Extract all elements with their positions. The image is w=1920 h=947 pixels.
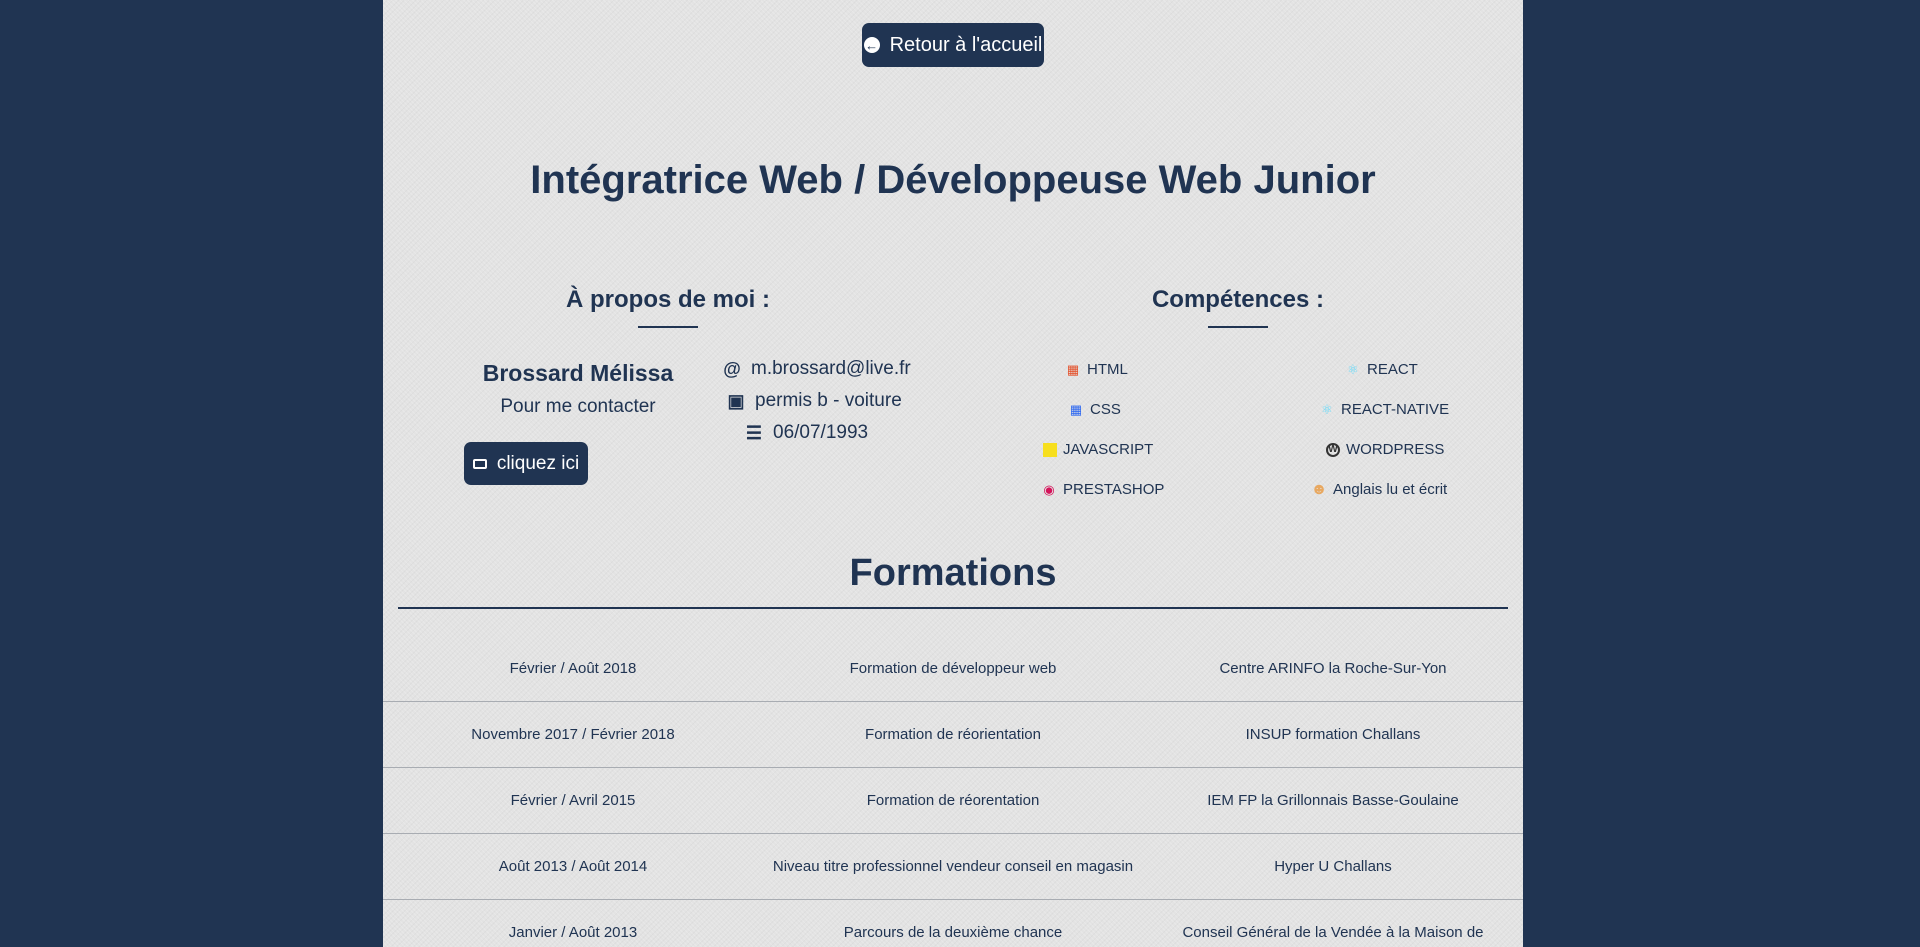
formation-date: Janvier / Août 2013 [508,924,638,941]
about-title: À propos de moi : [566,286,770,313]
formation-date: Août 2013 / Août 2014 [498,858,648,875]
birthdate-info: ☰ 06/07/1993 [745,422,868,444]
formation-title: Formation de développeur web [849,660,1057,677]
table-row: Août 2013 / Août 2014 Niveau titre profe… [383,834,1523,900]
formations-table: Février / Août 2018 Formation de dévelop… [383,636,1523,947]
formation-date: Février / Août 2018 [509,660,637,677]
formation-place: Centre ARINFO la Roche-Sur-Yon [1219,660,1447,677]
html5-icon: ▦ [1066,361,1080,377]
resume-page: ← Retour à l'accueil Intégratrice Web / … [383,0,1523,947]
email-text: m.brossard@live.fr [751,358,911,379]
formation-title: Niveau titre professionnel vendeur conse… [772,858,1134,875]
table-row: Novembre 2017 / Février 2018 Formation d… [383,702,1523,768]
skill-label: HTML [1087,361,1128,378]
skill-label: REACT [1367,361,1418,378]
skills-title: Compétences : [1151,286,1325,313]
back-home-label: Retour à l'accueil [889,33,1043,56]
formations-divider [398,607,1508,609]
formations-title: Formations [849,552,1057,594]
wordpress-icon: W [1326,442,1340,457]
birthdate-text: 06/07/1993 [773,422,869,443]
skill-label: PRESTASHOP [1063,481,1165,498]
formation-title: Formation de réorentation [866,792,1040,809]
formation-place: Hyper U Challans [1274,858,1392,875]
skill-english: ☻ Anglais lu et écrit [1310,480,1448,499]
react-icon: ⚛ [1321,401,1333,417]
contact-button[interactable]: cliquez ici [464,442,588,485]
table-row: Février / Avril 2015 Formation de réoren… [383,768,1523,834]
skill-label: REACT-NATIVE [1341,401,1450,418]
contact-text: Pour me contacter [500,396,656,417]
skill-label: CSS [1090,401,1121,418]
back-home-button[interactable]: ← Retour à l'accueil [862,23,1044,67]
react-icon: ⚛ [1347,361,1359,377]
formation-place: Conseil Général de la Vendée à la Maison… [1182,924,1484,941]
about-underline [638,326,698,328]
arrow-circle-left-icon: ← [863,37,880,53]
skill-prestashop: ◉ PRESTASHOP [1041,481,1164,498]
skill-javascript: JAVASCRIPT [1043,441,1153,458]
prestashop-icon: ◉ [1043,481,1055,497]
contact-button-label: cliquez ici [496,452,580,474]
person-name: Brossard Mélissa [482,360,674,386]
skill-html: ▦ HTML [1065,361,1128,378]
table-row: Janvier / Août 2013 Parcours de la deuxi… [383,900,1523,947]
car-icon: ▣ [727,390,745,411]
formation-place: INSUP formation Challans [1245,726,1421,743]
formation-date: Novembre 2017 / Février 2018 [471,726,675,743]
license-info: ▣ permis b - voiture [727,390,902,412]
formation-title: Parcours de la deuxième chance [843,924,1063,941]
skill-label: Anglais lu et écrit [1333,481,1448,498]
formation-place: IEM FP la Grillonnais Basse-Goulaine [1207,792,1459,809]
skills-underline [1208,326,1268,328]
table-row: Février / Août 2018 Formation de dévelop… [383,636,1523,702]
skill-label: JAVASCRIPT [1063,441,1154,458]
skill-label: WORDPRESS [1346,441,1445,458]
javascript-icon [1043,442,1057,457]
english-speaker-icon: ☻ [1310,480,1328,498]
envelope-icon [472,458,487,469]
page-title: Intégratrice Web / Développeuse Web Juni… [530,158,1376,202]
css3-icon: ▦ [1069,401,1083,417]
birthday-cake-icon: ☰ [745,422,763,443]
formation-date: Février / Avril 2015 [510,792,636,809]
skill-css: ▦ CSS [1068,401,1121,418]
skill-react-native: ⚛ REACT-NATIVE [1319,401,1449,418]
skill-wordpress: W WORDPRESS [1326,441,1444,458]
at-icon: @ [723,358,741,379]
skill-react: ⚛ REACT [1345,361,1418,378]
license-text: permis b - voiture [755,390,902,411]
formation-title: Formation de réorientation [865,726,1041,743]
email-info: @ m.brossard@live.fr [723,358,911,380]
